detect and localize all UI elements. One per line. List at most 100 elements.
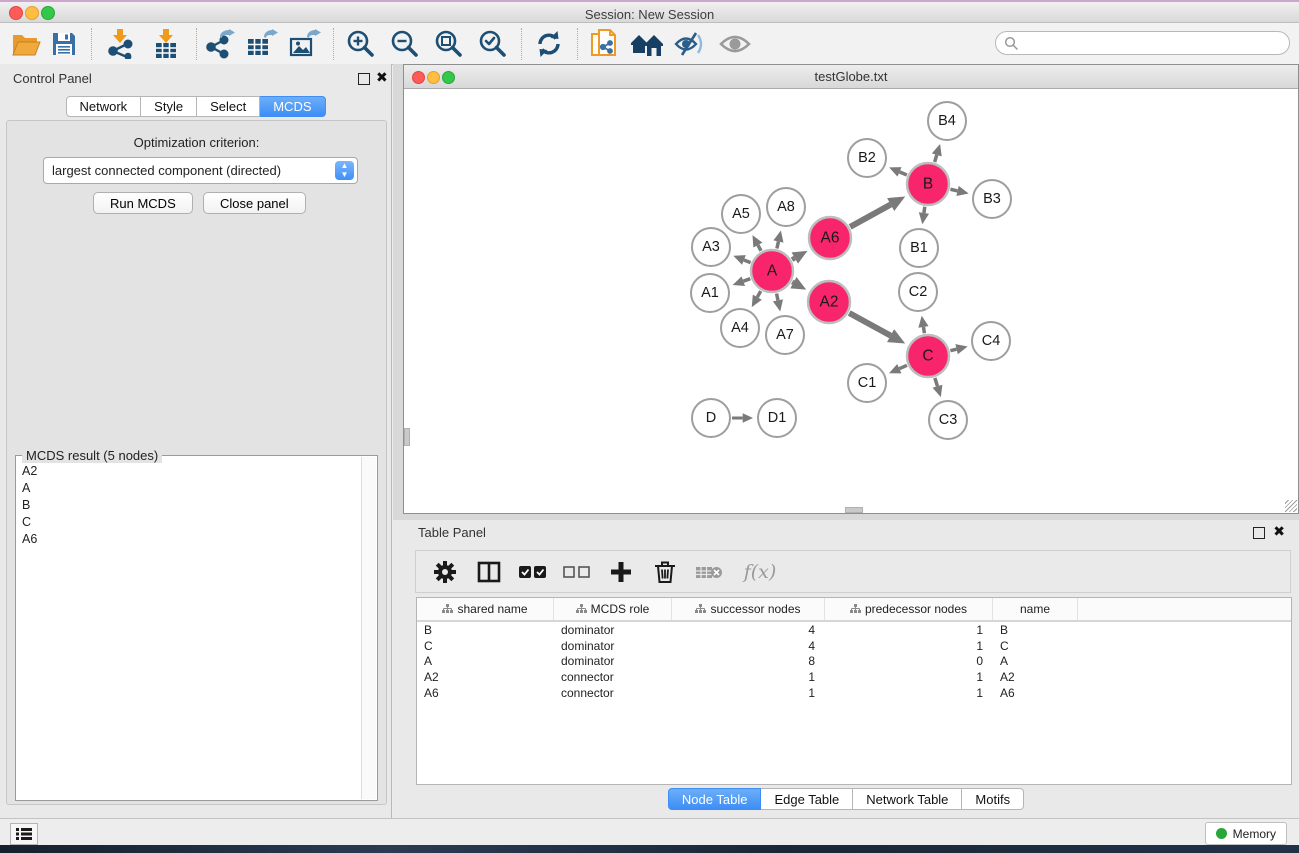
- deselect-all-icon[interactable]: [562, 557, 592, 587]
- tab-motifs[interactable]: Motifs: [962, 788, 1024, 810]
- column-header-predecessor-nodes[interactable]: predecessor nodes: [825, 598, 993, 620]
- tab-style[interactable]: Style: [141, 96, 197, 117]
- network-graph-canvas[interactable]: B4B2BB3A5A8A6B1A3AA1C2A2A4A7C4CC1C3DD1: [404, 89, 1298, 513]
- duplicate-network-icon[interactable]: [587, 26, 623, 62]
- graph-node-label: C4: [982, 333, 1001, 349]
- close-panel-button[interactable]: Close panel: [203, 192, 306, 214]
- task-history-button[interactable]: [10, 823, 38, 845]
- memory-button[interactable]: Memory: [1205, 822, 1287, 845]
- graph-node-label: A5: [732, 206, 750, 222]
- hide-selected-icon[interactable]: [672, 26, 708, 62]
- tab-mcds[interactable]: MCDS: [260, 96, 325, 117]
- float-table-panel-icon[interactable]: [1253, 527, 1265, 539]
- mcds-result-item[interactable]: A6: [18, 530, 358, 547]
- table-cell: 0: [825, 654, 993, 668]
- graph-edge-B-B4[interactable]: [935, 155, 937, 162]
- tab-select[interactable]: Select: [197, 96, 260, 117]
- zoom-selected-icon[interactable]: [475, 26, 511, 62]
- mcds-result-title: MCDS result (5 nodes): [22, 448, 162, 463]
- run-mcds-button[interactable]: Run MCDS: [93, 192, 193, 214]
- tab-network[interactable]: Network: [65, 96, 141, 117]
- split-view-icon[interactable]: [474, 557, 504, 587]
- column-header-shared-name[interactable]: shared name: [417, 598, 554, 620]
- graph-edge-arrowhead: [733, 276, 745, 286]
- graph-edge-A-A6[interactable]: [792, 258, 795, 260]
- mcds-result-scrollbar[interactable]: [361, 457, 376, 799]
- export-image-icon[interactable]: [287, 26, 323, 62]
- criterion-dropdown[interactable]: largest connected component (directed) ▲…: [43, 157, 358, 184]
- graph-edge-A-A5[interactable]: [758, 245, 761, 251]
- graph-edge-A-A1[interactable]: [743, 279, 750, 281]
- titlebar[interactable]: Session: New Session: [0, 2, 1299, 23]
- table-row[interactable]: A6connector11A6: [417, 685, 1291, 701]
- import-table-icon[interactable]: [148, 26, 184, 62]
- graph-edge-C-C3[interactable]: [935, 378, 938, 386]
- mcds-result-list[interactable]: A2ABCA6: [18, 462, 358, 794]
- search-text-field[interactable]: [1019, 35, 1289, 51]
- window-resize-grip[interactable]: [1285, 500, 1297, 512]
- export-table-icon[interactable]: [244, 26, 280, 62]
- export-network-icon[interactable]: [202, 26, 238, 62]
- save-icon[interactable]: [46, 26, 82, 62]
- graph-node-label: A1: [701, 285, 719, 301]
- graph-edge-C-C2[interactable]: [923, 327, 924, 333]
- mcds-result-item[interactable]: A2: [18, 462, 358, 479]
- network-window-title: testGlobe.txt: [404, 69, 1298, 84]
- function-builder-icon[interactable]: f(x): [738, 557, 782, 587]
- graph-edge-C-C4[interactable]: [950, 349, 956, 350]
- select-all-icon[interactable]: [518, 557, 548, 587]
- main-toolbar: [0, 23, 1299, 65]
- graph-edge-C-C1[interactable]: [899, 365, 907, 368]
- mcds-result-item[interactable]: B: [18, 496, 358, 513]
- show-all-icon[interactable]: [717, 26, 753, 62]
- graph-edge-arrowhead: [919, 212, 929, 224]
- node-table[interactable]: shared nameMCDS rolesuccessor nodesprede…: [416, 597, 1292, 785]
- graph-edge-A-A2[interactable]: [792, 282, 793, 283]
- table-row[interactable]: Adominator80A: [417, 654, 1291, 670]
- graph-edge-B-B2[interactable]: [900, 172, 907, 175]
- column-header-successor-nodes[interactable]: successor nodes: [672, 598, 825, 620]
- graph-edge-A-A8[interactable]: [777, 242, 779, 249]
- table-row[interactable]: A2connector11A2: [417, 669, 1291, 685]
- search-input[interactable]: [995, 31, 1290, 55]
- column-header-name[interactable]: name: [993, 598, 1078, 620]
- tab-network-table[interactable]: Network Table: [853, 788, 962, 810]
- toolbar-separator: [333, 28, 334, 60]
- graph-edge-A2-C[interactable]: [849, 313, 890, 336]
- mcds-result-item[interactable]: C: [18, 513, 358, 530]
- network-view-window[interactable]: testGlobe.txt B4B2BB3A5A8A6B1A3AA1C2A2A4…: [403, 64, 1299, 514]
- zoom-out-icon[interactable]: [387, 26, 423, 62]
- table-row[interactable]: Bdominator41B: [417, 622, 1291, 638]
- horizontal-scroll-indicator[interactable]: [845, 507, 863, 513]
- graph-edge-A-A4[interactable]: [757, 291, 760, 297]
- close-table-panel-icon[interactable]: ✖: [1273, 523, 1285, 540]
- graph-edge-A-A7[interactable]: [777, 294, 778, 301]
- mcds-result-item[interactable]: A: [18, 479, 358, 496]
- graph-edge-A-A3[interactable]: [744, 260, 751, 263]
- add-icon[interactable]: [606, 557, 636, 587]
- network-window-titlebar[interactable]: testGlobe.txt: [404, 65, 1298, 89]
- table-row[interactable]: Cdominator41C: [417, 638, 1291, 654]
- delete-table-icon[interactable]: [694, 557, 724, 587]
- tab-node-table[interactable]: Node Table: [668, 788, 762, 810]
- zoom-in-icon[interactable]: [343, 26, 379, 62]
- home-icon[interactable]: [629, 26, 665, 62]
- table-cell: C: [993, 639, 1078, 653]
- settings-icon[interactable]: [430, 557, 460, 587]
- column-header-MCDS-role[interactable]: MCDS role: [554, 598, 672, 620]
- import-network-icon[interactable]: [102, 26, 138, 62]
- table-cell: A2: [417, 670, 554, 684]
- graph-edge-B-B1[interactable]: [924, 207, 925, 213]
- table-cell: connector: [554, 670, 672, 684]
- close-panel-icon[interactable]: ✖: [376, 69, 388, 86]
- refresh-icon[interactable]: [531, 26, 567, 62]
- graph-node-label: C2: [909, 284, 928, 300]
- open-folder-icon[interactable]: [8, 26, 44, 62]
- graph-edge-B-B3[interactable]: [950, 189, 957, 191]
- vertical-scroll-indicator[interactable]: [404, 428, 410, 446]
- float-panel-icon[interactable]: [358, 73, 370, 85]
- delete-icon[interactable]: [650, 557, 680, 587]
- graph-edge-A6-B[interactable]: [850, 205, 891, 227]
- zoom-fit-icon[interactable]: [431, 26, 467, 62]
- tab-edge-table[interactable]: Edge Table: [761, 788, 853, 810]
